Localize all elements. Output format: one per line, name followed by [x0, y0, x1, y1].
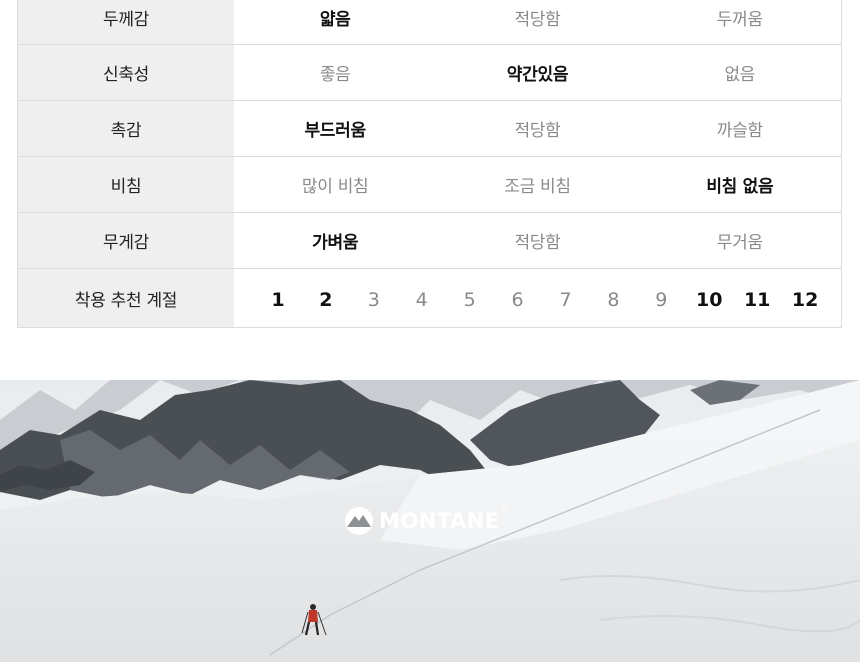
spec-label: 두께감 — [18, 0, 234, 44]
season-month: 5 — [463, 288, 476, 311]
brand-name: MONTANE — [379, 509, 500, 533]
mountain-circle-icon — [345, 507, 373, 535]
season-label: 착용 추천 계절 — [18, 269, 234, 327]
spec-option: 비침 없음 — [706, 177, 774, 197]
spec-label: 촉감 — [18, 101, 234, 156]
spec-options: 얇음 적당함 두꺼움 — [234, 0, 841, 44]
spec-option: 적당함 — [514, 121, 561, 141]
spec-option: 부드러움 — [304, 121, 366, 141]
spec-label: 무게감 — [18, 213, 234, 268]
season-month: 8 — [607, 288, 620, 311]
spec-label: 신축성 — [18, 45, 234, 100]
season-month: 9 — [655, 288, 668, 311]
spec-row-sheerness: 비침 많이 비침 조금 비침 비침 없음 — [18, 156, 841, 212]
spec-option: 가벼움 — [312, 233, 359, 253]
product-detail-page: 두께감 얇음 적당함 두꺼움 신축성 좋음 약간있음 없음 촉감 부드러움 적당… — [0, 0, 860, 669]
season-month: 3 — [367, 288, 380, 311]
spec-options: 좋음 약간있음 없음 — [234, 45, 841, 100]
season-month: 6 — [511, 288, 524, 311]
spec-option: 무거움 — [716, 233, 763, 253]
spec-label: 비침 — [18, 157, 234, 212]
season-month: 7 — [559, 288, 572, 311]
spec-option: 까슬함 — [716, 121, 763, 141]
season-month: 4 — [415, 288, 428, 311]
spec-option: 좋음 — [319, 65, 351, 85]
spec-row-stretch: 신축성 좋음 약간있음 없음 — [18, 44, 841, 100]
season-month: 2 — [319, 288, 333, 311]
spec-option: 약간있음 — [506, 65, 569, 85]
spec-option: 조금 비침 — [504, 177, 571, 197]
season-month: 11 — [743, 288, 771, 311]
spec-option: 적당함 — [514, 10, 561, 30]
season-month: 1 — [271, 288, 285, 311]
mountain-banner-image: MONTANE ® — [0, 380, 860, 662]
spec-options: 많이 비침 조금 비침 비침 없음 — [234, 157, 841, 212]
season-month: 10 — [696, 288, 723, 311]
spec-option: 두꺼움 — [716, 10, 763, 30]
spec-option: 적당함 — [514, 233, 561, 253]
spec-row-texture: 촉감 부드러움 적당함 까슬함 — [18, 100, 841, 156]
fabric-spec-table: 두께감 얇음 적당함 두꺼움 신축성 좋음 약간있음 없음 촉감 부드러움 적당… — [17, 0, 842, 328]
spec-option: 없음 — [724, 65, 756, 85]
spec-options: 가벼움 적당함 무거움 — [234, 213, 841, 268]
spec-option: 얇음 — [319, 10, 351, 30]
registered-mark: ® — [500, 506, 508, 514]
season-months: 1 2 3 4 5 6 7 8 9 10 11 12 — [234, 269, 841, 327]
season-month: 12 — [791, 288, 819, 311]
spec-options: 부드러움 적당함 까슬함 — [234, 101, 841, 156]
brand-logo: MONTANE ® — [344, 506, 508, 536]
spec-row-thickness: 두께감 얇음 적당함 두꺼움 — [18, 0, 841, 44]
spec-row-season: 착용 추천 계절 1 2 3 4 5 6 7 8 9 10 11 12 — [18, 268, 841, 327]
spec-row-weight: 무게감 가벼움 적당함 무거움 — [18, 212, 841, 268]
spec-option: 많이 비침 — [301, 177, 369, 197]
